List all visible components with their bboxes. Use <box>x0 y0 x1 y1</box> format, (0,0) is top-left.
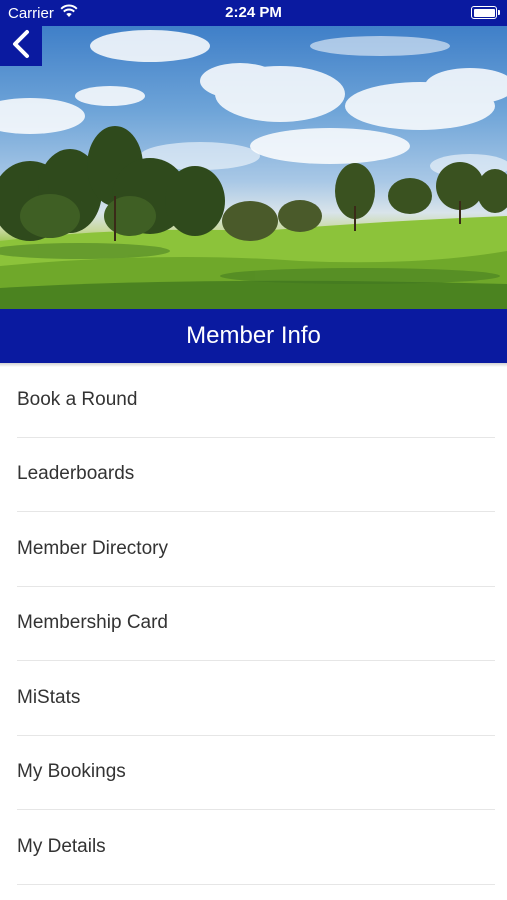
chevron-left-icon <box>10 29 32 64</box>
status-bar: Carrier 2:24 PM <box>0 0 507 26</box>
golf-course-banner <box>0 26 507 309</box>
menu-item-label: My Details <box>17 835 106 857</box>
menu-item-label: Leaderboards <box>17 463 135 485</box>
page-title: Member Info <box>186 322 321 349</box>
menu-item-mistats[interactable]: MiStats <box>17 661 495 736</box>
menu-item-my-bookings[interactable]: My Bookings <box>17 736 495 810</box>
menu-list: Book a Round Leaderboards Member Directo… <box>0 363 507 885</box>
back-button[interactable] <box>0 26 42 66</box>
menu-item-book-a-round[interactable]: Book a Round <box>17 363 495 438</box>
menu-item-label: My Bookings <box>17 761 126 783</box>
menu-item-label: Membership Card <box>17 612 168 634</box>
menu-item-member-directory[interactable]: Member Directory <box>17 512 495 587</box>
menu-item-label: MiStats <box>17 686 81 708</box>
title-shadow <box>0 363 507 367</box>
menu-item-label: Member Directory <box>17 537 168 559</box>
menu-item-membership-card[interactable]: Membership Card <box>17 587 495 661</box>
page-title-bar: Member Info <box>0 309 507 363</box>
status-time: 2:24 PM <box>225 4 282 21</box>
menu-item-leaderboards[interactable]: Leaderboards <box>17 438 495 512</box>
menu-item-my-details[interactable]: My Details <box>17 810 495 885</box>
battery-icon <box>471 6 500 19</box>
menu-item-label: Book a Round <box>17 388 138 410</box>
